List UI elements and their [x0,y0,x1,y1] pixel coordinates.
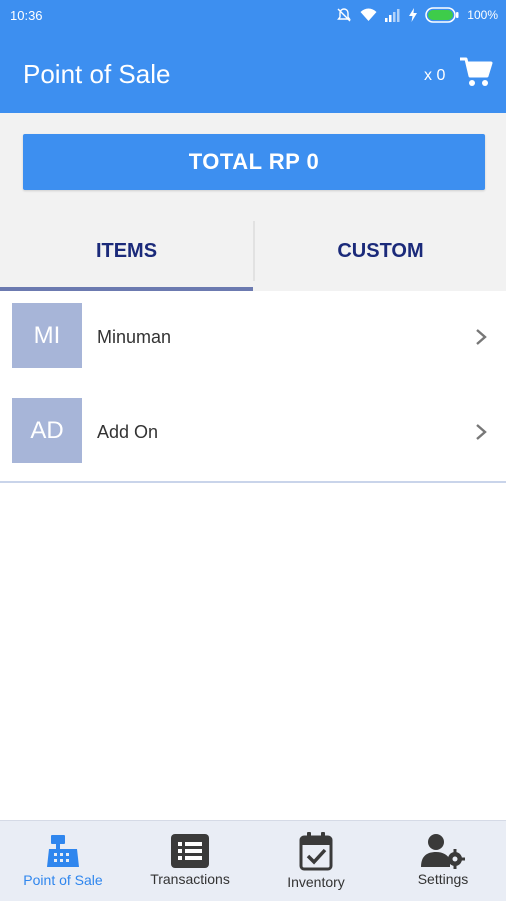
category-list-item[interactable]: AD Add On [0,386,506,483]
category-avatar: AD [12,398,82,463]
nav-label: Settings [417,871,469,887]
status-time: 10:36 [10,8,43,23]
chevron-right-icon [474,327,488,347]
total-area: TOTAL RP 0 [0,113,506,211]
tab-bar: ITEMS CUSTOM [0,211,506,291]
calendar-check-icon [299,832,333,871]
shopping-cart-icon[interactable] [459,56,493,88]
category-list-item[interactable]: MI Minuman [0,291,506,388]
mute-icon [336,7,352,23]
nav-point-of-sale[interactable]: Point of Sale [0,821,126,901]
nav-settings[interactable]: Settings [380,821,506,901]
bottom-navigation: Point of Sale Transactions Inventory Set… [0,820,506,901]
tab-items[interactable]: ITEMS [0,211,253,291]
nav-inventory[interactable]: Inventory [253,821,379,901]
app-title: Point of Sale [23,59,171,89]
signal-icon [385,8,401,22]
cash-register-icon [47,835,79,867]
nav-label: Inventory [287,874,345,890]
charging-icon [409,8,418,22]
nav-transactions[interactable]: Transactions [127,821,253,901]
cart-count: x 0 [424,67,446,84]
nav-label: Point of Sale [23,872,103,888]
total-button[interactable]: TOTAL RP 0 [23,134,485,190]
app-header: 10:36 100% Point of Sale x 0 [0,0,506,113]
user-gear-icon [421,834,465,869]
battery-percent: 100% [467,8,498,22]
list-icon [171,834,209,868]
wifi-icon [360,8,377,22]
category-avatar: MI [12,303,82,368]
nav-label: Transactions [150,871,230,887]
category-name: Add On [97,422,159,442]
chevron-right-icon [474,422,488,442]
category-name: Minuman [97,327,172,347]
status-icons: 100% [336,5,498,25]
battery-icon [425,7,459,23]
status-bar: 10:36 100% [0,0,506,30]
tab-custom[interactable]: CUSTOM [255,211,506,291]
